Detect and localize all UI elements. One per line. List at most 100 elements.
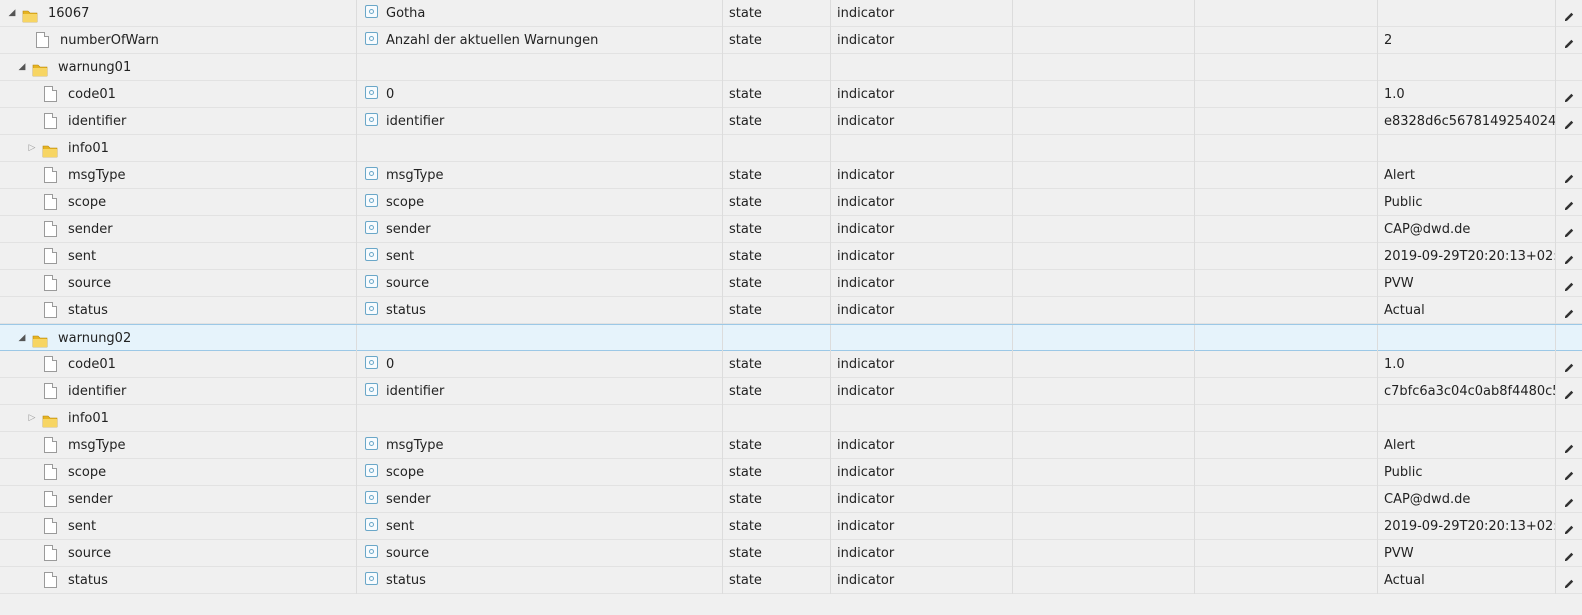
node-name: msgType — [68, 438, 126, 453]
type-cell: state — [723, 297, 831, 324]
name-cell: status — [0, 297, 357, 324]
edit-cell — [1556, 135, 1582, 162]
tree-state-row[interactable]: code01 0 state indicator 1.0 — [0, 81, 1582, 108]
pencil-icon[interactable] — [1562, 493, 1576, 507]
edit-cell — [1556, 216, 1582, 243]
tree-state-row[interactable]: source source state indicator PVW — [0, 270, 1582, 297]
tree-folder-row[interactable]: ◢ warnung01 — [0, 54, 1582, 81]
pencil-icon[interactable] — [1562, 169, 1576, 183]
triangle-right-icon[interactable]: ▷ — [26, 135, 38, 162]
pencil-icon[interactable] — [1562, 385, 1576, 399]
tree-state-row[interactable]: numberOfWarn Anzahl der aktuellen Warnung… — [0, 27, 1582, 54]
pencil-icon[interactable] — [1562, 7, 1576, 21]
pencil-icon[interactable] — [1562, 574, 1576, 588]
description-cell: msgType — [357, 162, 723, 189]
room-cell — [1013, 189, 1195, 216]
room-cell — [1013, 486, 1195, 513]
function-cell — [1195, 513, 1378, 540]
room-cell — [1013, 108, 1195, 135]
function-cell — [1195, 108, 1378, 135]
pencil-icon[interactable] — [1562, 223, 1576, 237]
room-cell — [1013, 378, 1195, 405]
state-icon — [365, 464, 378, 477]
value-cell: Alert — [1378, 162, 1556, 189]
description-text: sent — [386, 249, 415, 264]
triangle-down-icon[interactable]: ◢ — [16, 54, 28, 81]
room-cell — [1013, 216, 1195, 243]
value-cell: 2019-09-29T20:20:13+02:00 — [1378, 243, 1556, 270]
type-cell: state — [723, 432, 831, 459]
tree-state-row[interactable]: msgType msgType state indicator Alert — [0, 162, 1582, 189]
pencil-icon[interactable] — [1562, 196, 1576, 210]
state-icon — [365, 302, 378, 315]
room-cell — [1013, 513, 1195, 540]
pencil-icon[interactable] — [1562, 115, 1576, 129]
name-cell: identifier — [0, 378, 357, 405]
state-icon — [365, 113, 378, 126]
name-cell: scope — [0, 459, 357, 486]
room-cell — [1013, 81, 1195, 108]
function-cell — [1195, 27, 1378, 54]
tree-state-row[interactable]: msgType msgType state indicator Alert — [0, 432, 1582, 459]
role-cell: indicator — [831, 108, 1013, 135]
edit-cell — [1556, 567, 1582, 594]
tree-state-row[interactable]: status status state indicator Actual — [0, 567, 1582, 594]
name-cell: source — [0, 540, 357, 567]
tree-state-row[interactable]: identifier identifier state indicator e8328d… — [0, 108, 1582, 135]
pencil-icon[interactable] — [1562, 466, 1576, 480]
pencil-icon[interactable] — [1562, 34, 1576, 48]
tree-state-row[interactable]: sent sent state indicator 2019-09-29T20:20:1… — [0, 243, 1582, 270]
node-name: sent — [68, 249, 97, 264]
edit-cell — [1556, 378, 1582, 405]
pencil-icon[interactable] — [1562, 277, 1576, 291]
tree-folder-row[interactable]: ◢ 16067 Gotha state indicator — [0, 0, 1582, 27]
role-cell — [831, 405, 1013, 432]
function-cell — [1195, 189, 1378, 216]
tree-state-row[interactable]: status status state indicator Actual — [0, 297, 1582, 324]
tree-folder-row[interactable]: ▷ info01 — [0, 135, 1582, 162]
state-icon — [365, 86, 378, 99]
pencil-icon[interactable] — [1562, 304, 1576, 318]
description-cell: source — [357, 540, 723, 567]
tree-state-row[interactable]: sent sent state indicator 2019-09-29T20:20:1… — [0, 513, 1582, 540]
state-icon — [365, 5, 378, 18]
pencil-icon[interactable] — [1562, 439, 1576, 453]
tree-state-row[interactable]: scope scope state indicator Public — [0, 459, 1582, 486]
function-cell — [1195, 540, 1378, 567]
state-icon — [365, 545, 378, 558]
tree-state-row[interactable]: source source state indicator PVW — [0, 540, 1582, 567]
edit-cell — [1556, 459, 1582, 486]
type-cell: state — [723, 540, 831, 567]
pencil-icon[interactable] — [1562, 358, 1576, 372]
description-cell: 0 — [357, 81, 723, 108]
tree-folder-row[interactable]: ▷ info01 — [0, 405, 1582, 432]
description-cell: scope — [357, 459, 723, 486]
tree-state-row[interactable]: code01 0 state indicator 1.0 — [0, 351, 1582, 378]
pencil-icon[interactable] — [1562, 520, 1576, 534]
type-cell — [723, 135, 831, 162]
node-name: msgType — [68, 168, 126, 183]
node-name: sender — [68, 222, 113, 237]
triangle-down-icon[interactable]: ◢ — [16, 325, 28, 352]
function-cell — [1195, 432, 1378, 459]
name-cell: sent — [0, 513, 357, 540]
tree-state-row[interactable]: sender sender state indicator CAP@dwd.de — [0, 216, 1582, 243]
tree-state-row[interactable]: sender sender state indicator CAP@dwd.de — [0, 486, 1582, 513]
state-icon — [365, 572, 378, 585]
tree-state-row[interactable]: identifier identifier state indicator c7bfc6… — [0, 378, 1582, 405]
pencil-icon[interactable] — [1562, 250, 1576, 264]
edit-cell — [1556, 108, 1582, 135]
room-cell — [1013, 405, 1195, 432]
pencil-icon[interactable] — [1562, 88, 1576, 102]
description-text: Anzahl der aktuellen Warnungen — [386, 33, 599, 48]
pencil-icon[interactable] — [1562, 547, 1576, 561]
tree-state-row[interactable]: scope scope state indicator Public — [0, 189, 1582, 216]
description-text: 0 — [386, 87, 395, 102]
triangle-down-icon[interactable]: ◢ — [6, 0, 18, 27]
triangle-right-icon[interactable]: ▷ — [26, 405, 38, 432]
tree-folder-row[interactable]: ◢ warnung02 — [0, 324, 1582, 352]
file-icon — [44, 437, 57, 453]
folder-icon — [32, 331, 48, 348]
node-name: info01 — [68, 141, 109, 156]
name-cell: scope — [0, 189, 357, 216]
